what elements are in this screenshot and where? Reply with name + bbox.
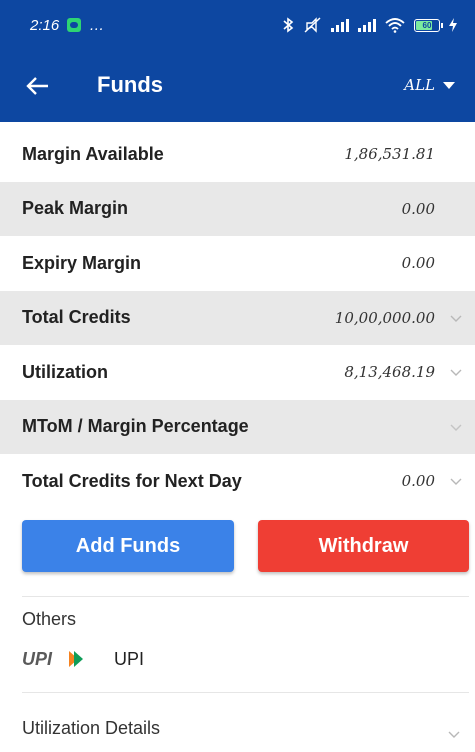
segment-dropdown[interactable]: ALL <box>404 76 455 94</box>
divider <box>22 596 469 597</box>
fund-row-label: Margin Available <box>22 143 164 164</box>
fund-row-value: 8,13,468.19 <box>344 363 435 382</box>
status-time: 2:16 <box>30 16 60 34</box>
chevron-down-icon[interactable] <box>449 474 463 488</box>
fund-row-label: Total Credits <box>22 307 131 328</box>
status-left: 2:16 … <box>30 17 105 34</box>
back-arrow-icon[interactable] <box>24 72 52 100</box>
fund-row-total-credits-next-day[interactable]: Total Credits for Next Day 0.00 <box>0 454 475 509</box>
fund-row-value: 0.00 <box>401 472 435 491</box>
fund-row-total-credits[interactable]: Total Credits 10,00,000.00 <box>0 290 475 345</box>
battery-level: 60 <box>422 20 432 30</box>
segment-selected-label: ALL <box>404 76 435 94</box>
status-right: 60 <box>281 17 457 33</box>
fund-row-utilization[interactable]: Utilization 8,13,468.19 <box>0 345 475 400</box>
app-bar: Funds ALL <box>0 50 475 122</box>
chat-notification-icon <box>67 18 82 32</box>
wifi-icon <box>385 18 405 33</box>
fund-row-mtom-margin-percentage[interactable]: MToM / Margin Percentage <box>0 399 475 454</box>
add-funds-button[interactable]: Add Funds <box>22 520 234 572</box>
status-bar: 2:16 … 60 <box>0 0 475 50</box>
withdraw-button[interactable]: Withdraw <box>258 520 469 572</box>
fund-row-value: 10,00,000.00 <box>334 308 435 327</box>
chevron-down-icon[interactable] <box>449 311 463 325</box>
charging-icon <box>449 18 457 32</box>
signal-icon-1 <box>331 18 349 32</box>
chevron-down-icon[interactable] <box>449 420 463 434</box>
upi-logo-text: UPI <box>22 649 53 669</box>
fund-row-value: 0.00 <box>401 254 435 273</box>
fund-row-margin-available: Margin Available 1,86,531.81 <box>0 127 475 182</box>
divider <box>22 692 469 693</box>
fund-row-value: 0.00 <box>401 199 435 218</box>
fund-row-label: MToM / Margin Percentage <box>22 416 249 437</box>
more-notifications-icon: … <box>89 16 106 34</box>
upi-logo: UPI <box>22 649 83 669</box>
chevron-down-icon[interactable] <box>447 727 461 741</box>
bluetooth-icon <box>283 17 294 33</box>
fund-row-value: 1,86,531.81 <box>344 145 435 164</box>
battery-icon: 60 <box>414 18 443 32</box>
chevron-down-icon[interactable] <box>449 365 463 379</box>
upi-option[interactable]: UPI UPI <box>22 648 144 670</box>
utilization-details-label[interactable]: Utilization Details <box>22 718 160 739</box>
others-heading: Others <box>22 609 77 629</box>
fund-row-peak-margin: Peak Margin 0.00 <box>0 181 475 236</box>
caret-down-icon <box>443 81 455 89</box>
fund-row-label: Total Credits for Next Day <box>22 470 242 491</box>
fund-row-label: Utilization <box>22 361 108 382</box>
fund-row-label: Expiry Margin <box>22 252 142 273</box>
fund-row-expiry-margin: Expiry Margin 0.00 <box>0 236 475 291</box>
funds-list: Margin Available 1,86,531.81 Peak Margin… <box>0 127 475 509</box>
mute-icon <box>304 17 321 33</box>
fund-row-label: Peak Margin <box>22 198 129 219</box>
upi-label: UPI <box>114 648 145 669</box>
page-title: Funds <box>97 72 163 97</box>
signal-icon-2 <box>358 18 376 32</box>
